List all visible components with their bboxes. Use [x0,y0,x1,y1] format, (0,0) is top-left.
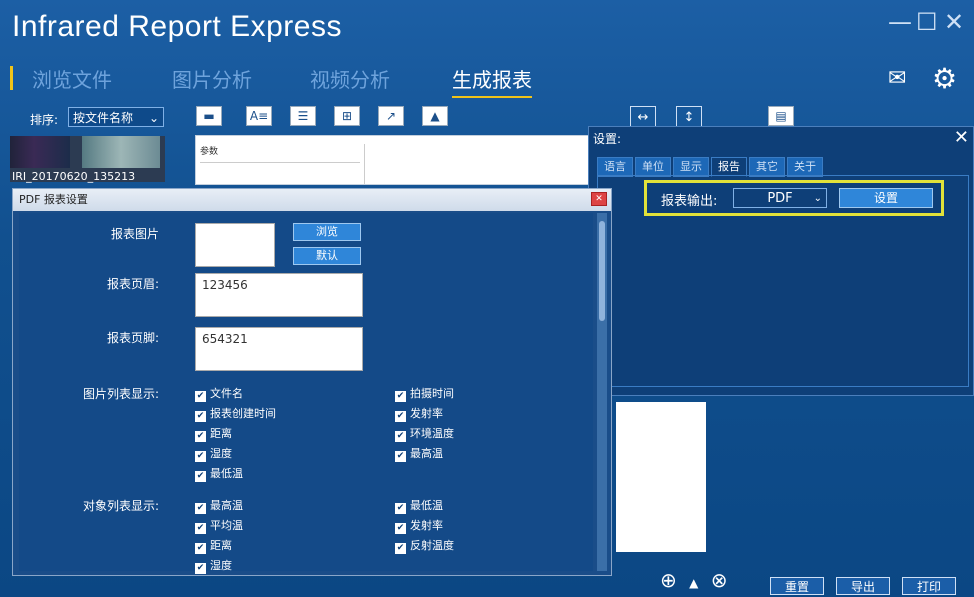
chevron-down-icon: ⌄ [148,111,159,125]
object-list-label: 对象列表显示: [82,499,159,513]
app-title: Infrared Report Express [12,10,342,43]
dialog-scrollbar[interactable] [597,213,607,571]
thumbnail-strip[interactable]: IRI_20170620_135213 [10,136,165,183]
tab-other[interactable]: 其它 [749,157,785,177]
report-output-group: 报表输出: PDF ⌄ 设置 [644,180,944,216]
report-image-label: 报表图片 [110,227,159,241]
document-icon[interactable]: ▤ [768,106,794,126]
footer-input[interactable]: 654321 [195,327,363,371]
fit-height-icon[interactable]: ↕ [676,106,702,128]
checkbox-item[interactable]: ✔ 拍摄时间 [395,385,454,402]
reset-button[interactable]: 重置 [770,577,824,595]
checkbox-item[interactable]: ✔ 最低温 [395,497,443,514]
app-window: Infrared Report Express — ☐ ✕ 浏览文件 图片分析 … [0,0,974,597]
report-image-preview [195,223,275,267]
checkbox-item[interactable]: ✔ 反射温度 [395,537,454,554]
header-input[interactable]: 123456 [195,273,363,317]
nav-accent-bar [10,66,13,90]
report-output-label: 报表输出: [661,194,718,209]
image-list-label: 图片列表显示: [82,387,159,401]
close-button[interactable]: ✕ [944,8,964,36]
header-label: 报表页眉: [106,277,159,291]
mail-icon[interactable]: ✉ [888,66,906,91]
checkbox-item[interactable]: ✔ 最低温 [195,465,243,482]
tab-display[interactable]: 显示 [673,157,709,177]
checkbox-item[interactable]: ✔ 最高温 [395,445,443,462]
params-header: 参数 [200,147,219,157]
sort-label: 排序: [30,113,59,127]
sort-select[interactable]: 按文件名称 ⌄ [68,107,164,127]
thumbnail-image[interactable] [10,136,70,168]
list-icon[interactable]: ☰ [290,106,316,126]
pdf-settings-dialog: PDF 报表设置 ✕ 报表图片 浏览 默认 报表页眉: 123456 报表页脚:… [12,188,612,576]
checkbox-item[interactable]: ✔ 文件名 [195,385,243,402]
checkbox-item[interactable]: ✔ 湿度 [195,445,232,462]
report-setup-button[interactable]: 设置 [839,188,933,208]
params-panel: 参数 [195,135,597,185]
thumbnail-image[interactable] [82,136,160,168]
folder-icon[interactable]: ▬ [196,106,222,126]
checkbox-item[interactable]: ✔ 距离 [195,537,232,554]
default-button[interactable]: 默认 [293,247,361,265]
params-row [200,162,360,173]
tab-image-analysis[interactable]: 图片分析 [172,64,252,93]
close-icon[interactable]: ✕ [591,192,607,206]
checkbox-item[interactable]: ✔ 环境温度 [395,425,454,442]
table-icon[interactable]: ⊞ [334,106,360,126]
image-icon[interactable]: ▲ [422,106,448,126]
checkbox-item[interactable]: ✔ 发射率 [395,405,443,422]
checkbox-item[interactable]: ✔ 平均温 [195,517,243,534]
chevron-down-icon: ⌄ [813,193,822,204]
checkbox-item[interactable]: ✔ 发射率 [395,517,443,534]
tab-generate-report[interactable]: 生成报表 [452,64,532,98]
bottom-controls: ⊕ ▲ ⊗ [660,568,727,592]
text-box-icon[interactable]: A≡ [246,106,272,126]
report-output-value: PDF [767,191,793,206]
tab-browse-files[interactable]: 浏览文件 [32,64,112,93]
zoom-out-icon[interactable]: ⊗ [711,568,728,592]
tab-language[interactable]: 语言 [597,157,633,177]
maximize-button[interactable]: ☐ [916,8,938,36]
dialog-body: 报表图片 浏览 默认 报表页眉: 123456 报表页脚: 654321 图片列… [19,213,593,574]
params-divider [364,144,365,184]
gear-icon[interactable]: ⚙ [932,62,957,95]
arrow-icon[interactable]: ↗ [378,106,404,126]
checkbox-item[interactable]: ✔ 湿度 [195,557,232,574]
settings-panel: 设置: ✕ 语言 单位 显示 报告 其它 关于 报表输出: PDF ⌄ 设置 [588,126,974,396]
settings-tabs: 语言 单位 显示 报告 其它 关于 [597,157,823,177]
settings-tab-body: 报表输出: PDF ⌄ 设置 [597,175,969,387]
zoom-in-icon[interactable]: ⊕ [660,568,677,592]
fit-width-icon[interactable]: ↔ [630,106,656,128]
checkbox-item[interactable]: ✔ 距离 [195,425,232,442]
up-icon[interactable]: ▲ [689,576,698,590]
footer-label: 报表页脚: [106,331,159,345]
minimize-button[interactable]: — [888,8,912,36]
checkbox-item[interactable]: ✔ 最高温 [195,497,243,514]
dialog-title: PDF 报表设置 [13,189,611,211]
sort-value: 按文件名称 [73,111,134,125]
settings-title: 设置: [593,132,622,146]
report-preview-panel [616,402,706,552]
thumbnail-caption: IRI_20170620_135213 [12,170,136,183]
browse-button[interactable]: 浏览 [293,223,361,241]
report-output-select[interactable]: PDF ⌄ [733,188,827,208]
scrollbar-thumb[interactable] [599,221,605,321]
export-button[interactable]: 导出 [836,577,890,595]
print-button[interactable]: 打印 [902,577,956,595]
tab-video-analysis[interactable]: 视频分析 [310,64,390,93]
tab-about[interactable]: 关于 [787,157,823,177]
checkbox-item[interactable]: ✔ 报表创建时间 [195,405,276,422]
close-icon[interactable]: ✕ [954,127,969,148]
tab-units[interactable]: 单位 [635,157,671,177]
tab-report[interactable]: 报告 [711,157,747,177]
